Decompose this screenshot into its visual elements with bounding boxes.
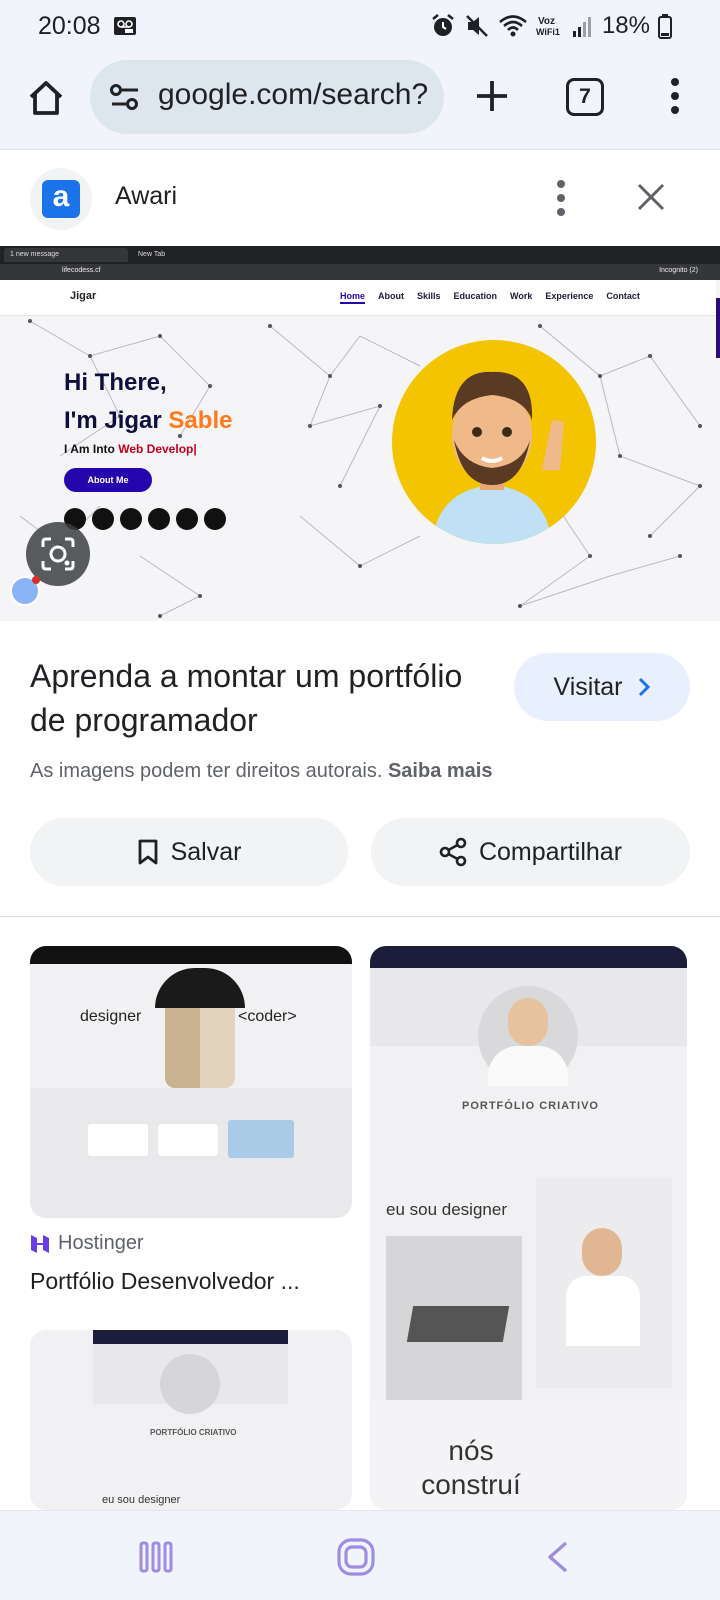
more-vert-icon[interactable] (660, 74, 690, 118)
new-tab-button[interactable] (470, 74, 514, 118)
preview-hero-line1: Hi There, (64, 369, 167, 396)
thumb-text: eu sou designer (102, 1494, 181, 1506)
tab-switcher-button[interactable]: 7 (566, 78, 604, 116)
browser-toolbar: google.com/search? 7 (0, 52, 720, 150)
preview-hero-name: I'm Jigar (64, 407, 169, 434)
preview-menu-item: Skills (417, 291, 441, 301)
back-button[interactable] (534, 1533, 582, 1581)
back-icon (548, 1541, 568, 1573)
battery-icon (658, 14, 672, 39)
preview-site-logo: Jigar (70, 290, 97, 302)
bookmark-icon (138, 839, 157, 865)
preview-site-menu: Home About Skills Education Work Experie… (340, 291, 640, 304)
status-icons: Voz WiFi1 18% (430, 10, 672, 42)
twitter-icon (120, 508, 142, 530)
preview-menu-item: Experience (545, 291, 594, 301)
source-name: Awari (115, 182, 178, 210)
omnibox[interactable]: google.com/search? (90, 60, 444, 134)
share-button[interactable]: Compartilhar (371, 818, 690, 886)
preview-menu-item: Education (453, 291, 498, 301)
preview-menu-item: About (378, 291, 405, 301)
home-icon (29, 81, 63, 115)
more-vert-icon[interactable] (546, 176, 576, 220)
related-title[interactable]: Portfólio Desenvolvedor ... (30, 1268, 352, 1295)
preview-hero-sub-prefix: I Am Into (64, 442, 119, 456)
svg-text:WiFi1: WiFi1 (536, 27, 560, 37)
related-source: Hostinger (30, 1232, 144, 1255)
thumb-text: nós construí (421, 1435, 521, 1500)
preview-hero-heading: Hi There, I'm Jigar Sable (64, 364, 232, 440)
system-nav-bar (0, 1510, 720, 1600)
recents-button[interactable] (132, 1533, 180, 1581)
learn-more-link[interactable]: Saiba mais (388, 760, 493, 782)
thumb-text: <coder> (238, 1008, 297, 1025)
home-nav-button[interactable] (332, 1533, 380, 1581)
preview-browser-tabbar: 1 new message New Tab (0, 246, 720, 264)
section-divider (0, 916, 720, 917)
dev-icon (204, 508, 226, 530)
preview-menu-item: Contact (606, 291, 640, 301)
preview-address-bar: lifecodess.cf Incognito (2) (0, 264, 720, 280)
alarm-icon (432, 14, 454, 36)
preview-about-button: About Me (64, 468, 152, 492)
thumb-text: PORTFÓLIO CRIATIVO (150, 1428, 237, 1437)
related-image[interactable]: PORTFÓLIO CRIATIVO eu sou designer (30, 1330, 352, 1510)
instagram-icon (176, 508, 198, 530)
image-preview[interactable]: 1 new message New Tab lifecodess.cf Inco… (0, 246, 720, 621)
hostinger-logo-icon (31, 1234, 49, 1253)
preview-site-nav: Jigar Home About Skills Education Work E… (0, 280, 716, 316)
lens-icon (41, 537, 75, 571)
close-icon[interactable] (634, 180, 668, 214)
save-label: Salvar (170, 837, 242, 866)
copyright-text: As imagens podem ter direitos autorais. (30, 760, 383, 782)
recents-icon (139, 1541, 173, 1573)
thumb-text: PORTFÓLIO CRIATIVO (462, 1100, 599, 1112)
thumb-text: designer (80, 1008, 142, 1025)
preview-thumbnail-avatar (10, 576, 40, 606)
wifi-icon (499, 15, 527, 37)
preview-hero-line2: I'm Jigar Sable (64, 402, 232, 440)
copyright-notice: As imagens podem ter direitos autorais. … (30, 760, 492, 783)
share-label: Compartilhar (478, 837, 623, 866)
preview-menu-item: Home (340, 291, 366, 304)
home-nav-icon (337, 1538, 375, 1576)
status-time: 20:08 (38, 12, 101, 40)
github-icon (92, 508, 114, 530)
image-source-header: a Awari (0, 150, 720, 246)
related-source-name: Hostinger (58, 1232, 144, 1254)
share-icon (439, 837, 467, 867)
preview-menu-item: Work (510, 291, 533, 301)
visit-label: Visitar (553, 672, 623, 701)
result-title[interactable]: Aprenda a montar um portfólio de program… (30, 654, 470, 742)
svg-text:Voz: Voz (538, 16, 555, 27)
home-button[interactable] (24, 76, 68, 120)
chevron-right-icon (638, 677, 650, 697)
battery-percent: 18% (601, 12, 650, 39)
thumb-text: eu sou designer (386, 1200, 507, 1219)
telegram-icon (148, 508, 170, 530)
voicemail-icon (114, 17, 136, 35)
preview-website: Jigar Home About Skills Education Work E… (0, 280, 720, 621)
url-text[interactable]: google.com/search? (158, 78, 438, 112)
related-image[interactable]: designer <coder> (30, 946, 352, 1218)
preview-tab: 1 new message (4, 248, 128, 262)
preview-hero-surname: Sable (168, 407, 233, 434)
preview-url: lifecodess.cf (62, 267, 101, 274)
signal-icon (572, 17, 591, 37)
preview-incognito: Incognito (2) (659, 267, 698, 274)
save-button[interactable]: Salvar (30, 818, 348, 886)
mute-icon (466, 15, 488, 37)
site-settings-icon[interactable] (108, 80, 142, 114)
preview-avatar-illustration (392, 340, 596, 544)
related-image[interactable]: PORTFÓLIO CRIATIVO eu sou designer nós c… (370, 946, 687, 1510)
vowifi-icon: Voz WiFi1 (536, 16, 560, 37)
visit-button[interactable]: Visitar (514, 653, 690, 721)
preview-hero-subtitle: I Am Into Web Develop| (64, 442, 197, 456)
preview-tab: New Tab (138, 251, 166, 258)
preview-hero-sub-accent: Web Develop| (118, 442, 197, 456)
awari-logo: a (42, 180, 80, 218)
source-favicon: a (30, 168, 92, 230)
status-bar: 20:08 Voz WiFi1 18% (0, 0, 720, 52)
preview-social-icons (64, 508, 226, 530)
